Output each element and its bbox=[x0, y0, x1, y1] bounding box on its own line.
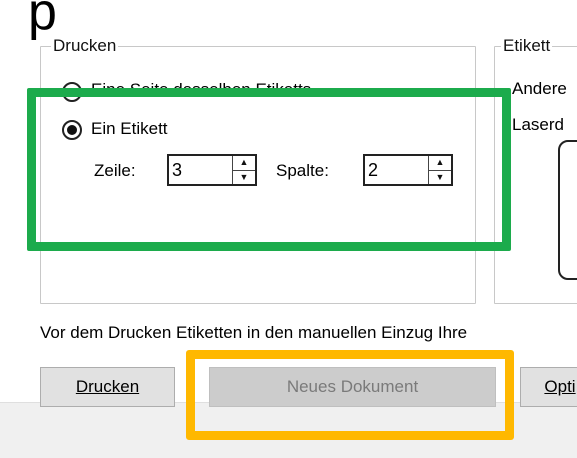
label-vendor-text: Andere bbox=[512, 79, 567, 98]
label-type-text: Laserd bbox=[512, 115, 564, 134]
options-button[interactable]: Opti bbox=[520, 367, 577, 407]
clipped-heading-glyph: p bbox=[28, 0, 57, 41]
print-group-title: Drucken bbox=[51, 36, 119, 56]
options-button-label: Opti bbox=[544, 377, 576, 396]
print-button-label: Drucken bbox=[75, 377, 140, 396]
manual-feed-info: Vor dem Drucken Etiketten in den manuell… bbox=[40, 323, 468, 342]
label-print-dialog: p Drucken Eine Seite desselben Etiketts … bbox=[0, 0, 577, 458]
highlight-green-box bbox=[27, 88, 511, 251]
label-preview bbox=[558, 140, 577, 280]
label-group-title: Etikett bbox=[501, 36, 553, 56]
print-button[interactable]: Drucken bbox=[40, 367, 175, 407]
highlight-yellow-box bbox=[186, 350, 514, 440]
